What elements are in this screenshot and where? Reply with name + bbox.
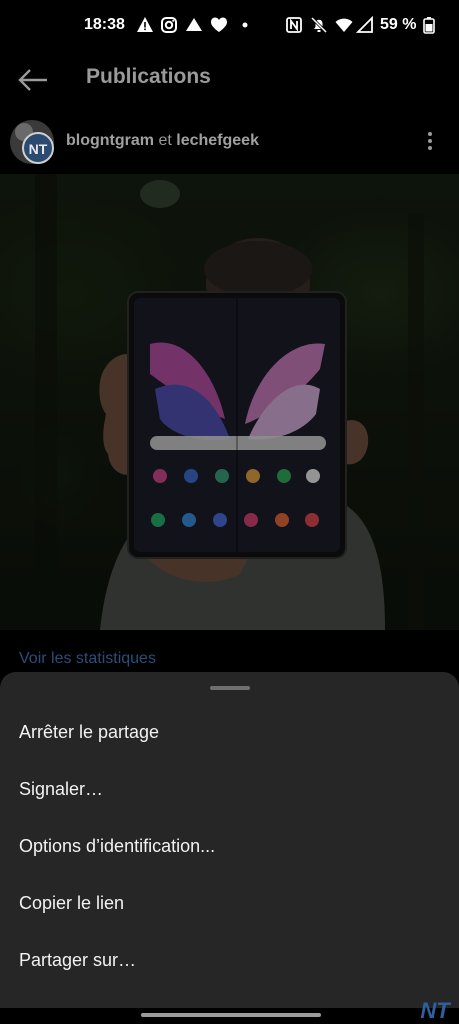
post-authors[interactable]: blogntgram et lechefgeek xyxy=(66,132,259,150)
battery-icon xyxy=(423,17,435,34)
home-indicator[interactable] xyxy=(141,1013,321,1017)
share-to-button[interactable]: Partager sur… xyxy=(19,950,136,971)
view-stats-link[interactable]: Voir les statistiques xyxy=(19,650,156,668)
copy-link-button[interactable]: Copier le lien xyxy=(19,893,124,914)
app-bar: Publications xyxy=(0,55,459,105)
mute-icon xyxy=(310,16,328,34)
dot-icon xyxy=(242,22,248,28)
svg-text:NT: NT xyxy=(420,998,451,1022)
author-1[interactable]: blogntgram xyxy=(66,132,154,149)
instagram-icon xyxy=(161,17,177,33)
post-photo[interactable] xyxy=(0,174,459,630)
status-bar: 18:38 59 % xyxy=(0,0,459,50)
wifi-icon xyxy=(335,18,353,32)
nt-watermark-logo: NT xyxy=(420,998,451,1022)
author-conjunction: et xyxy=(158,132,172,149)
alert-icon xyxy=(137,17,153,32)
stop-sharing-button[interactable]: Arrêter le partage xyxy=(19,722,159,743)
tag-options-button[interactable]: Options d’identification... xyxy=(19,836,215,857)
photo-scene xyxy=(0,174,459,630)
battery-percent: 59 % xyxy=(380,16,417,33)
sheet-grabber[interactable] xyxy=(210,686,250,690)
drive-icon xyxy=(186,18,202,31)
author-2[interactable]: lechefgeek xyxy=(176,132,259,149)
heart-icon xyxy=(211,17,227,32)
page-title: Publications xyxy=(86,65,211,88)
post-header: NT blogntgram et lechefgeek xyxy=(0,118,459,168)
options-sheet: Arrêter le partage Signaler… Options d’i… xyxy=(0,672,459,1008)
signal-icon xyxy=(356,16,373,33)
system-nav-bar xyxy=(0,1008,459,1024)
nfc-icon xyxy=(286,17,302,33)
status-time: 18:38 xyxy=(84,16,125,33)
arrow-left-icon[interactable] xyxy=(16,67,50,93)
avatar[interactable]: NT xyxy=(8,118,56,166)
report-button[interactable]: Signaler… xyxy=(19,779,103,800)
vertical-dots-icon[interactable] xyxy=(423,130,437,152)
avatar-text: NT xyxy=(29,141,48,157)
